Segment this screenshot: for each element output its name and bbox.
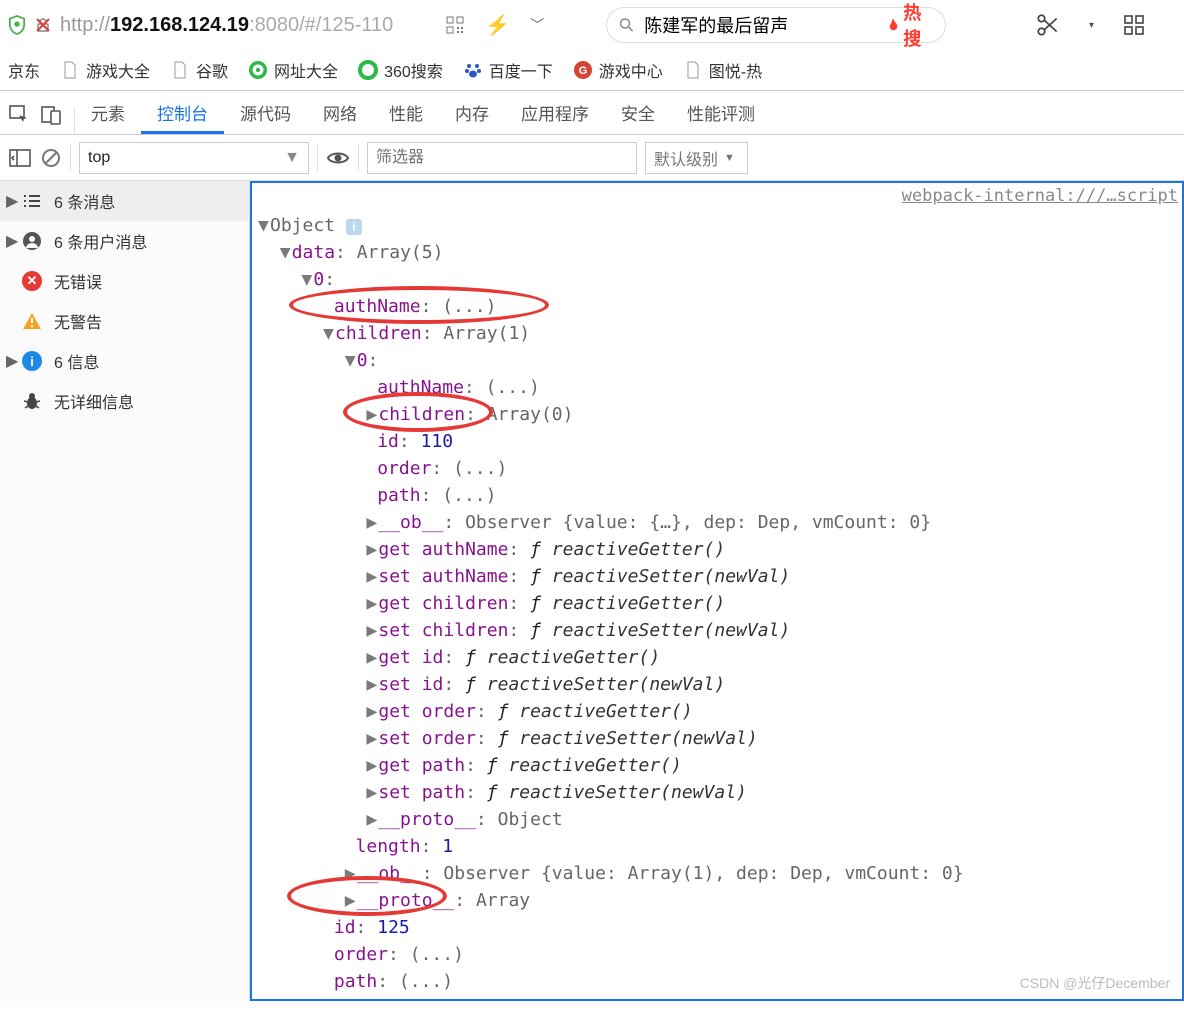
expand-icon: ▶ [6,351,16,371]
inspect-element-icon[interactable] [8,104,30,126]
svg-text:G: G [579,65,588,77]
dropdown-triangle-icon: ▼ [724,152,735,164]
search-box[interactable]: 热搜 [606,7,946,43]
error-icon: ✕ [22,271,42,291]
search-input[interactable] [642,14,878,37]
tab-network[interactable]: 网络 [307,92,373,134]
paw-icon [463,60,483,80]
console-filter-bar: top▼ 默认级别▼ [0,135,1184,181]
sidebar-item-messages[interactable]: ▶6 条消息 [0,181,249,221]
sidebar-item-warnings[interactable]: 无警告 [0,301,249,341]
hot-search-badge[interactable]: 热搜 [886,0,933,51]
console-sidebar: ▶6 条消息 ▶6 条用户消息 ✕无错误 无警告 ▶i6 信息 无详细信息 [0,181,250,1001]
toggle-sidebar-icon[interactable] [8,147,32,169]
user-icon [22,231,42,251]
g-icon: G [573,60,593,80]
dropdown-triangle-icon: ▼ [284,149,300,167]
browser-address-bar: http://192.168.124.19:8080/#/125-110 ⚡ ﹀… [0,0,1184,50]
tab-sources[interactable]: 源代码 [224,92,307,134]
lock-insecure-icon[interactable] [34,16,52,34]
url-path: /#/125-110 [299,14,393,37]
search-icon [619,16,634,34]
scissors-dropdown-icon[interactable]: ▾ [1083,20,1100,31]
shield-icon[interactable] [8,15,26,35]
bookmark-item[interactable]: 谷歌 [166,56,232,84]
clear-console-icon[interactable] [40,147,62,169]
log-level-selector[interactable]: 默认级别▼ [645,142,748,174]
source-link[interactable]: webpack-internal:///…script [252,183,1182,210]
compass-icon [248,60,268,80]
bookmark-item[interactable]: 游戏大全 [56,56,154,84]
bookmarks-bar: 京东 游戏大全 谷歌 网址大全 360搜索 百度一下 G游戏中心 图悦-热 [0,50,1184,90]
bookmark-item[interactable]: 360搜索 [354,56,447,84]
tab-audits[interactable]: 性能评测 [671,92,771,134]
scissors-icon[interactable] [1029,12,1067,38]
page-icon [170,60,190,80]
url-port: :8080 [249,14,299,37]
tab-memory[interactable]: 内存 [439,92,505,134]
devtools-panel: 元素 控制台 源代码 网络 性能 内存 应用程序 安全 性能评测 top▼ 默认… [0,90,1184,1001]
bookmark-item[interactable]: 网址大全 [244,56,342,84]
tab-elements[interactable]: 元素 [75,92,141,134]
page-icon [60,60,80,80]
watermark-text: CSDN @光仔December [1020,973,1170,993]
sidebar-item-user-messages[interactable]: ▶6 条用户消息 [0,221,249,261]
expand-icon: ▶ [6,231,16,251]
url-text[interactable]: http://192.168.124.19:8080/#/125-110 [60,14,393,37]
filter-input[interactable] [367,142,637,174]
tab-performance[interactable]: 性能 [373,92,439,134]
bug-icon [22,391,42,411]
live-expression-icon[interactable] [326,149,350,167]
sidebar-item-verbose[interactable]: 无详细信息 [0,381,249,421]
tab-console[interactable]: 控制台 [141,92,224,134]
url-protocol: http:// [60,14,110,37]
warning-icon [22,311,42,331]
apps-grid-icon[interactable] [1116,13,1152,37]
url-host: 192.168.124.19 [110,14,249,37]
bookmark-item[interactable]: G游戏中心 [569,56,667,84]
sidebar-item-errors[interactable]: ✕无错误 [0,261,249,301]
sidebar-item-info[interactable]: ▶i6 信息 [0,341,249,381]
chevron-down-icon[interactable]: ﹀ [524,15,550,35]
info-icon: i [22,351,42,371]
context-selector[interactable]: top▼ [79,142,309,174]
devtools-tab-bar: 元素 控制台 源代码 网络 性能 内存 应用程序 安全 性能评测 [0,91,1184,135]
console-output[interactable]: webpack-internal:///…script ▼Object i ▼d… [250,181,1184,1001]
lightning-icon[interactable]: ⚡ [479,13,516,38]
bookmark-item[interactable]: 图悦-热 [679,56,766,84]
tab-application[interactable]: 应用程序 [505,92,605,134]
bookmark-item[interactable]: 京东 [4,56,44,84]
tab-security[interactable]: 安全 [605,92,671,134]
device-toggle-icon[interactable] [40,104,62,126]
page-icon [683,60,703,80]
circle-icon [358,60,378,80]
bookmark-item[interactable]: 百度一下 [459,56,557,84]
expand-icon: ▶ [6,191,16,211]
qr-icon[interactable] [439,15,471,35]
list-icon [22,191,42,211]
